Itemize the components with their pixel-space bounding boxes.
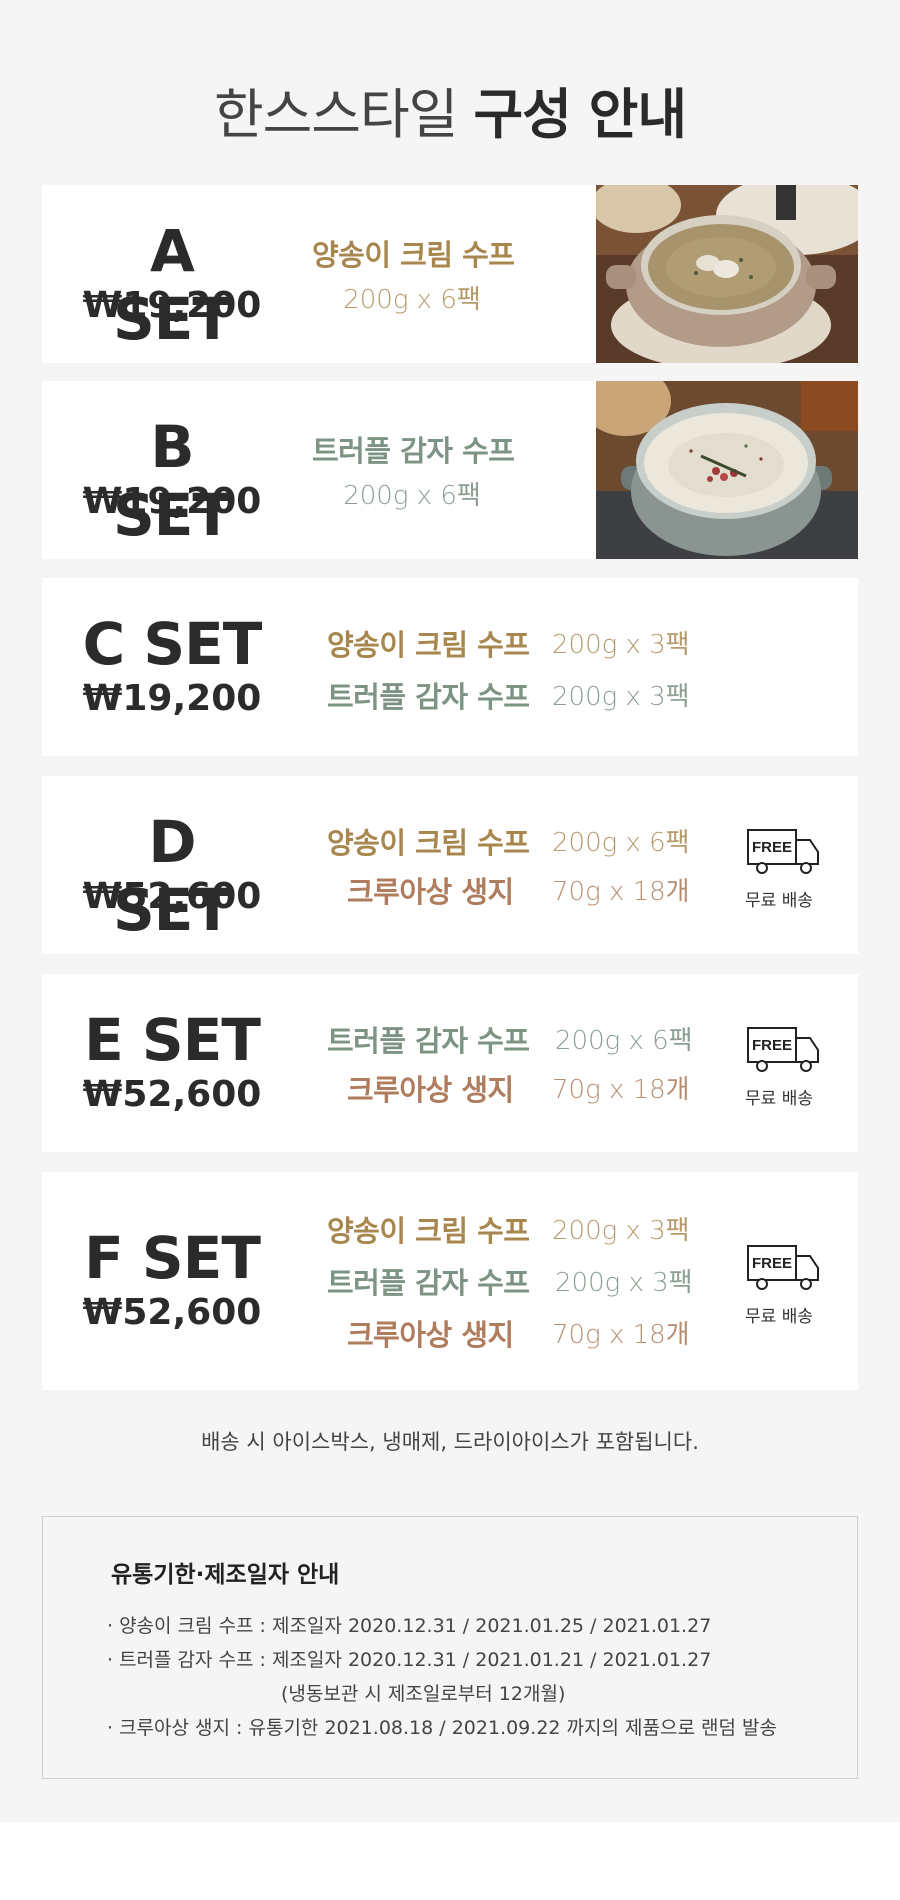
expiry-info-line: (냉동보관 시 제조일로부터 12개월)	[281, 1683, 566, 1705]
delivery-truck-icon: FREE	[747, 829, 819, 874]
free-shipping-label: 무료 배송	[745, 1307, 813, 1327]
free-shipping-label: 무료 배송	[745, 1089, 813, 1109]
set-price: ₩52,600	[82, 876, 262, 917]
expiry-info-heading: 유통기한·제조일자 안내	[111, 1562, 340, 1588]
set-price: ₩52,600	[82, 1074, 262, 1115]
set-card-b: B SET ₩19,200 트러플 감자 수프 200g x 6팩	[42, 381, 858, 559]
set-name: F SET	[84, 1224, 261, 1292]
svg-text:FREE: FREE	[752, 1255, 792, 1272]
delivery-truck-icon: FREE	[747, 1245, 819, 1290]
page-title: 한스스타일 구성 안내	[0, 70, 900, 149]
product-name: 크루아상 생지	[347, 1073, 514, 1107]
page-title-main: 구성 안내	[473, 83, 688, 146]
mushroom-soup-photo	[596, 185, 858, 363]
set-price: ₩19,200	[82, 285, 262, 326]
set-name: C SET	[82, 610, 263, 678]
product-name: 트러플 감자 수프	[327, 680, 530, 714]
expiry-info-line: · 크루아상 생지 : 유통기한 2021.08.18 / 2021.09.22…	[107, 1717, 777, 1739]
set-card-d: D SET ₩52,600 양송이 크림 수프 200g x 6팩 크루아상 생…	[42, 776, 858, 954]
delivery-truck-icon: FREE	[747, 1027, 819, 1072]
free-shipping-label: 무료 배송	[745, 891, 813, 911]
product-qty: 200g x 3팩	[552, 1216, 690, 1246]
product-name: 양송이 크림 수프	[327, 826, 530, 860]
set-card-c: C SET ₩19,200 양송이 크림 수프 200g x 3팩 트러플 감자…	[42, 578, 858, 756]
set-price: ₩52,600	[82, 1292, 262, 1333]
product-name: 양송이 크림 수프	[327, 1214, 530, 1248]
product-name: 크루아상 생지	[347, 1318, 514, 1352]
set-price: ₩19,200	[82, 481, 262, 522]
product-qty: 200g x 6팩	[343, 481, 481, 511]
product-qty: 200g x 3팩	[555, 1268, 693, 1298]
product-name: 트러플 감자 수프	[327, 1024, 530, 1058]
set-name: E SET	[84, 1006, 261, 1074]
set-price: ₩19,200	[82, 678, 262, 719]
product-name: 트러플 감자 수프	[312, 434, 515, 468]
page-title-brand: 한스스타일	[213, 83, 458, 146]
product-qty: 200g x 3팩	[552, 630, 690, 660]
delivery-note: 배송 시 아이스박스, 냉매제, 드라이아이스가 포함됩니다.	[201, 1430, 699, 1454]
product-name: 크루아상 생지	[347, 875, 514, 909]
product-qty: 70g x 18개	[552, 877, 690, 907]
product-qty: 70g x 18개	[552, 1320, 690, 1350]
product-name: 양송이 크림 수프	[312, 238, 515, 272]
set-card-f: F SET ₩52,600 양송이 크림 수프 200g x 3팩 트러플 감자…	[42, 1172, 858, 1390]
product-qty: 200g x 6팩	[552, 828, 690, 858]
set-card-a: A SET ₩19,200 양송이 크림 수프 200g x 6팩	[42, 185, 858, 363]
set-card-e: E SET ₩52,600 트러플 감자 수프 200g x 6팩 크루아상 생…	[42, 974, 858, 1152]
product-qty: 200g x 6팩	[555, 1026, 693, 1056]
product-name: 양송이 크림 수프	[327, 628, 530, 662]
expiry-info-box: 유통기한·제조일자 안내 · 양송이 크림 수프 : 제조일자 2020.12.…	[42, 1516, 858, 1779]
product-name: 트러플 감자 수프	[327, 1266, 530, 1300]
free-shipping-badge: FREE 무료 배송	[734, 828, 824, 911]
truffle-soup-photo	[596, 381, 858, 559]
product-qty: 200g x 6팩	[343, 285, 481, 315]
free-shipping-badge: FREE 무료 배송	[734, 1026, 824, 1109]
free-shipping-badge: FREE 무료 배송	[734, 1244, 824, 1327]
svg-text:FREE: FREE	[752, 839, 792, 856]
product-qty: 70g x 18개	[552, 1075, 690, 1105]
expiry-info-line: · 트러플 감자 수프 : 제조일자 2020.12.31 / 2021.01.…	[107, 1649, 712, 1671]
product-qty: 200g x 3팩	[552, 682, 690, 712]
page: 한스스타일 구성 안내 A SET ₩19,200 양송이 크림 수프 200g…	[0, 0, 900, 1822]
expiry-info-line: · 양송이 크림 수프 : 제조일자 2020.12.31 / 2021.01.…	[107, 1615, 712, 1637]
svg-text:FREE: FREE	[752, 1037, 792, 1054]
